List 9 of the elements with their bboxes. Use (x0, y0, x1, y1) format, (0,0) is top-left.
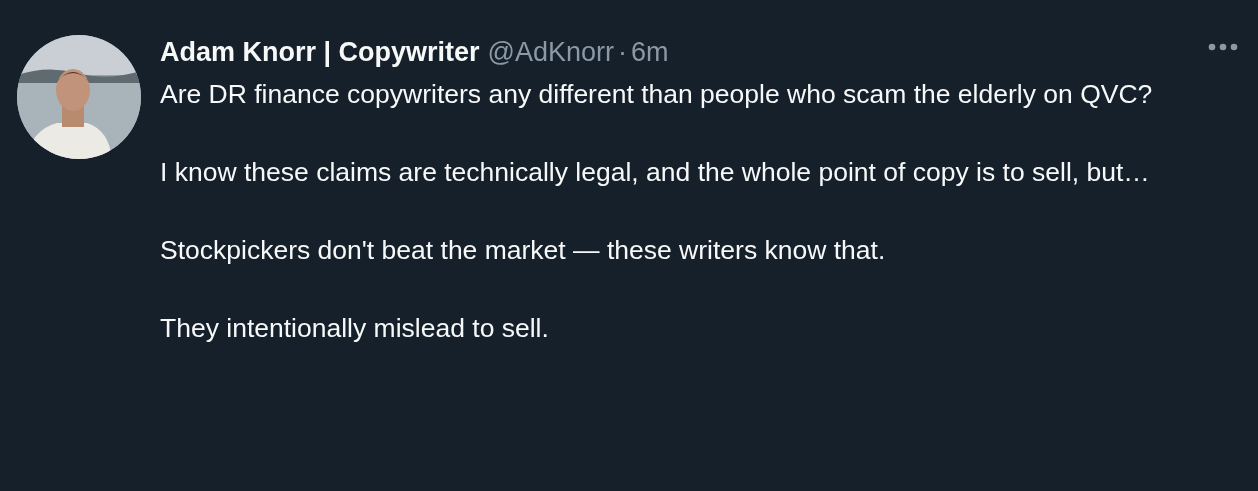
tweet-time[interactable]: 6m (631, 35, 669, 69)
author-name[interactable]: Adam Knorr | Copywriter (160, 35, 480, 69)
author-handle[interactable]: @AdKnorr (487, 35, 615, 69)
tweet-paragraph: They intentionally mislead to sell. (160, 312, 550, 345)
tweet-paragraph: I know these claims are technically legal, and the whole point of copy is to sell, but… (160, 156, 1151, 189)
tweet-paragraph: Are DR finance copywriters any different than people who scam the elderly on QVC? (160, 78, 1154, 111)
separator-dot: · (618, 36, 628, 69)
more-options-icon[interactable] (1208, 43, 1238, 51)
tweet-paragraph: Stockpickers don't beat the market — these writers know that. (160, 234, 887, 267)
